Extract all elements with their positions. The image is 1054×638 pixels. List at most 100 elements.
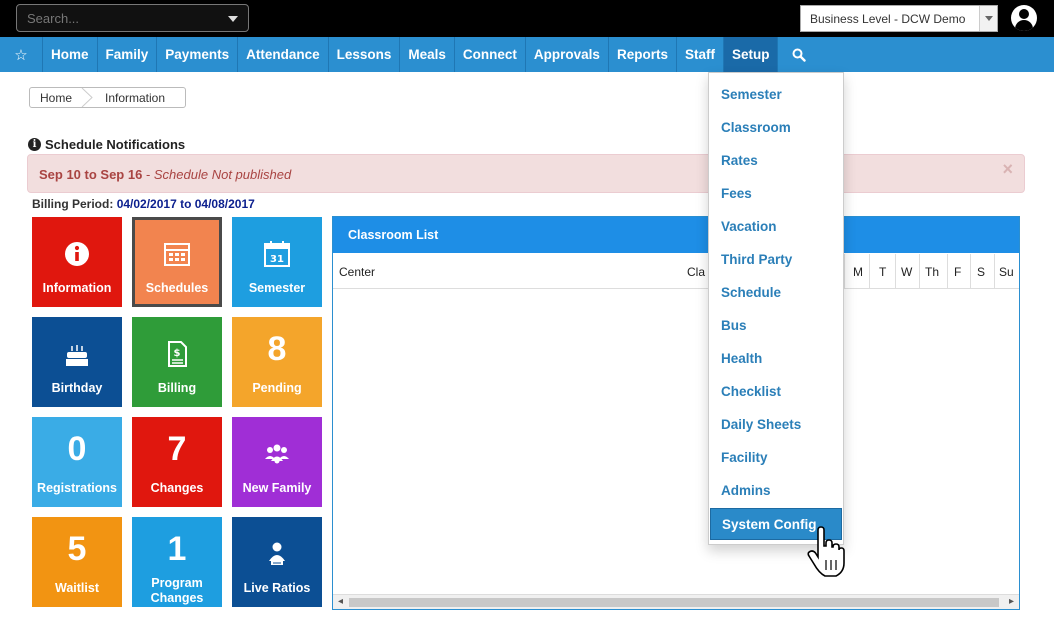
tile-birthday[interactable]: Birthday (32, 317, 122, 407)
schedule-notifications-heading: i Schedule Notifications (28, 137, 185, 152)
menu-item-vacation[interactable]: Vacation (721, 219, 777, 234)
scroll-right-icon[interactable]: ▸ (1004, 595, 1019, 609)
tile-label: Information (42, 281, 112, 295)
tile-pending[interactable]: 8 Pending (232, 317, 322, 407)
scrollbar-thumb[interactable] (349, 598, 999, 607)
search-icon[interactable] (778, 37, 820, 72)
invoice-icon: $ (168, 341, 187, 367)
nav-connect[interactable]: Connect (455, 37, 526, 72)
tile-live-ratios[interactable]: Live Ratios (232, 517, 322, 607)
teacher-icon (269, 542, 285, 565)
family-group-icon (265, 444, 289, 464)
col-fri[interactable]: F (954, 265, 961, 279)
breadcrumb-information: Information (105, 91, 166, 105)
tile-count: 8 (267, 330, 287, 368)
col-wed[interactable]: W (901, 265, 912, 279)
menu-item-schedule[interactable]: Schedule (721, 285, 781, 300)
nav-reports[interactable]: Reports (609, 37, 677, 72)
tile-label: New Family (242, 481, 312, 495)
nav-family[interactable]: Family (98, 37, 158, 72)
menu-item-checklist[interactable]: Checklist (721, 384, 781, 399)
menu-item-health[interactable]: Health (721, 351, 762, 366)
nav-staff[interactable]: Staff (677, 37, 724, 72)
menu-item-facility[interactable]: Facility (721, 450, 768, 465)
scroll-left-icon[interactable]: ◂ (333, 595, 348, 609)
search-placeholder: Search... (27, 11, 80, 26)
nav-setup[interactable]: Setup (723, 37, 779, 72)
tile-waitlist[interactable]: 5 Waitlist (32, 517, 122, 607)
tile-label: Semester (248, 281, 306, 295)
business-level-value: Business Level - DCW Demo (810, 12, 966, 26)
close-icon[interactable]: × (1002, 159, 1013, 180)
classroom-table-header: Center Cla M T W Th F S Su (333, 254, 1019, 289)
billing-label: Billing Period: (32, 197, 114, 211)
tile-count: 5 (67, 530, 87, 568)
tile-registrations[interactable]: 0 Registrations (32, 417, 122, 507)
col-mon[interactable]: M (853, 265, 863, 279)
col-center[interactable]: Center (339, 265, 375, 279)
tile-label: Live Ratios (243, 581, 311, 595)
alert-separator: - (142, 167, 154, 182)
col-sat[interactable]: S (977, 265, 985, 279)
tile-information[interactable]: Information (32, 217, 122, 307)
col-thu[interactable]: Th (925, 265, 939, 279)
tile-schedules[interactable]: Schedules (132, 217, 222, 307)
col-classroom[interactable]: Cla (687, 265, 705, 279)
svg-text:31: 31 (270, 254, 284, 265)
classroom-list-title: Classroom List (333, 217, 1019, 253)
breadcrumb: Home Information (29, 87, 186, 108)
calendar-31-icon: 31 (264, 241, 290, 267)
nav-approvals[interactable]: Approvals (526, 37, 609, 72)
schedule-alert: Sep 10 to Sep 16 - Schedule Not publishe… (27, 154, 1025, 193)
menu-item-semester[interactable]: Semester (721, 87, 782, 102)
tile-count: 1 (167, 530, 187, 568)
nav-lessons[interactable]: Lessons (329, 37, 401, 72)
billing-dates: 04/02/2017 to 04/08/2017 (116, 197, 255, 211)
svg-text:$: $ (174, 348, 181, 359)
user-circle-icon[interactable] (1011, 5, 1037, 31)
top-bar: Search... Business Level - DCW Demo (0, 0, 1054, 37)
search-input[interactable]: Search... (16, 4, 249, 32)
info-icon: i (28, 138, 41, 151)
nav-meals[interactable]: Meals (400, 37, 455, 72)
chevron-right-icon (81, 88, 93, 107)
star-icon[interactable]: ☆ (0, 37, 43, 72)
nav-home[interactable]: Home (43, 37, 98, 72)
alert-date-range: Sep 10 to Sep 16 (39, 167, 143, 182)
menu-item-daily-sheets[interactable]: Daily Sheets (721, 417, 801, 432)
menu-item-admins[interactable]: Admins (721, 483, 771, 498)
tile-label: Pending (252, 381, 302, 395)
nav-payments[interactable]: Payments (157, 37, 239, 72)
tile-new-family[interactable]: New Family (232, 417, 322, 507)
horizontal-scrollbar[interactable]: ◂ ▸ (333, 594, 1019, 609)
tile-program-changes[interactable]: 1 Program Changes (132, 517, 222, 607)
billing-period: Billing Period: 04/02/2017 to 04/08/2017 (32, 197, 255, 211)
col-sun[interactable]: Su (999, 265, 1014, 279)
classroom-list-panel: Classroom List Center Cla M T W Th F S S… (332, 216, 1020, 610)
calendar-grid-icon (164, 243, 190, 266)
menu-item-third-party[interactable]: Third Party (721, 252, 792, 267)
tile-billing[interactable]: $ Billing (132, 317, 222, 407)
tile-label: Birthday (51, 381, 103, 395)
info-icon (65, 242, 89, 266)
breadcrumb-home[interactable]: Home (40, 91, 72, 105)
menu-item-rates[interactable]: Rates (721, 153, 758, 168)
birthday-cake-icon (66, 345, 88, 366)
dropdown-arrow-icon[interactable] (979, 6, 997, 31)
col-tue[interactable]: T (879, 265, 886, 279)
menu-item-bus[interactable]: Bus (721, 318, 747, 333)
tile-label: Schedules (145, 281, 209, 295)
chevron-down-icon[interactable] (228, 16, 238, 22)
tile-label: Changes (150, 481, 204, 495)
menu-item-classroom[interactable]: Classroom (721, 120, 791, 135)
tile-label: Registrations (37, 481, 117, 495)
tile-label: Waitlist (55, 581, 99, 595)
business-level-select[interactable]: Business Level - DCW Demo (800, 5, 998, 32)
menu-item-fees[interactable]: Fees (721, 186, 752, 201)
alert-message: Schedule Not published (153, 167, 292, 182)
tile-semester[interactable]: 31 Semester (232, 217, 322, 307)
tile-count: 7 (167, 430, 187, 468)
nav-attendance[interactable]: Attendance (238, 37, 329, 72)
tile-changes[interactable]: 7 Changes (132, 417, 222, 507)
tile-label: Program Changes (150, 576, 204, 605)
